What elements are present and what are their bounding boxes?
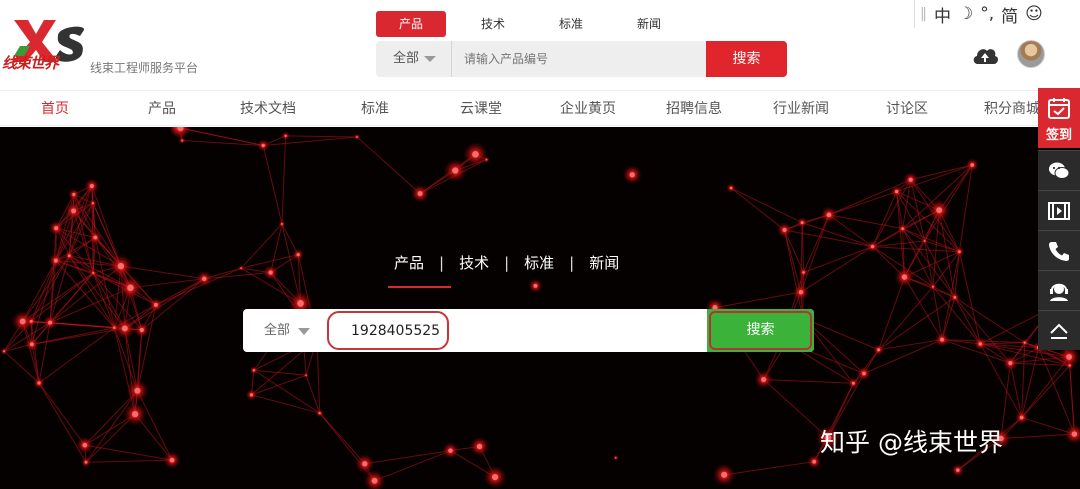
nav-yellow-pages[interactable]: 企业黄页 xyxy=(560,91,616,127)
sign-in-button[interactable]: 签到 xyxy=(1038,88,1080,148)
header-tab-products[interactable]: 产品 xyxy=(376,11,446,37)
support-agent-icon xyxy=(1050,283,1068,301)
ime-charset-toggle[interactable]: 简 xyxy=(1001,2,1018,27)
hero-search-tabs: 产品 | 技术 | 标准 | 新闻 xyxy=(394,252,619,276)
nav-cloud-class[interactable]: 云课堂 xyxy=(460,91,502,127)
hero-tab-products[interactable]: 产品 xyxy=(394,252,424,273)
nav-points-mall[interactable]: 积分商城 xyxy=(984,91,1040,127)
caret-down-icon xyxy=(298,328,310,335)
hero-tab-standards[interactable]: 标准 xyxy=(524,252,554,273)
tab-separator: | xyxy=(504,254,510,272)
header-tab-news[interactable]: 新闻 xyxy=(610,11,688,37)
header-search-button[interactable]: 搜索 xyxy=(706,41,787,77)
hero-tab-tech[interactable]: 技术 xyxy=(459,252,489,273)
emoji-icon[interactable]: ☺ xyxy=(1025,4,1043,24)
video-icon xyxy=(1048,202,1070,220)
zhihu-watermark: 知乎 @线束世界 xyxy=(820,428,1003,457)
wechat-button[interactable] xyxy=(1038,150,1080,190)
ime-grip-icon: ‖ xyxy=(920,6,927,22)
header-search-input[interactable] xyxy=(464,41,704,77)
hero-banner: 产品 | 技术 | 标准 | 新闻 全部 1928405525 搜索 知乎 @线束世界 xyxy=(0,127,1080,489)
nav-jobs[interactable]: 招聘信息 xyxy=(666,91,722,127)
hero-search-input[interactable]: 1928405525 xyxy=(327,311,449,350)
header-category-select[interactable]: 全部 xyxy=(376,41,452,77)
header-tab-tech[interactable]: 技术 xyxy=(454,11,532,37)
caret-down-icon xyxy=(424,56,436,62)
hero-category-value: 全部 xyxy=(264,323,291,338)
sign-in-label: 签到 xyxy=(1045,128,1072,143)
nav-standards[interactable]: 标准 xyxy=(361,91,389,127)
site-header: 线束世界 线束工程师服务平台 产品 技术 标准 新闻 全部 搜索 ‖ 中 ☽ °… xyxy=(0,0,1080,90)
tab-separator: | xyxy=(439,254,445,272)
nav-home[interactable]: 首页 xyxy=(41,91,69,127)
header-tab-standards[interactable]: 标准 xyxy=(532,11,610,37)
ime-punct-toggle[interactable]: °, xyxy=(980,4,994,24)
nav-products[interactable]: 产品 xyxy=(148,91,176,127)
calendar-check-icon xyxy=(1048,98,1070,119)
nav-industry-news[interactable]: 行业新闻 xyxy=(773,91,829,127)
active-tab-underline xyxy=(388,286,451,288)
cloud-upload-icon[interactable] xyxy=(971,44,999,66)
ime-lang-toggle[interactable]: 中 xyxy=(934,2,951,27)
customer-service-button[interactable] xyxy=(1038,270,1080,310)
page-root: 线束世界 线束工程师服务平台 产品 技术 标准 新闻 全部 搜索 ‖ 中 ☽ °… xyxy=(0,0,1080,489)
header-search-tabs: 产品 技术 标准 新闻 xyxy=(376,11,688,37)
floating-sidebar: 签到 xyxy=(1038,88,1080,350)
hero-search-button[interactable]: 搜索 xyxy=(707,309,814,352)
nav-forum[interactable]: 讨论区 xyxy=(886,91,928,127)
moon-icon[interactable]: ☽ xyxy=(958,4,973,24)
back-to-top-icon xyxy=(1050,323,1068,339)
ime-toolbar: ‖ 中 ☽ °, 简 ☺ xyxy=(914,0,1080,28)
nav-tech-docs[interactable]: 技术文档 xyxy=(240,91,296,127)
user-avatar[interactable] xyxy=(1017,40,1045,68)
logo-wordmark: 线束世界 xyxy=(2,54,59,72)
wechat-icon xyxy=(1049,162,1070,179)
hero-tab-news[interactable]: 新闻 xyxy=(589,252,619,273)
hero-search-value: 1928405525 xyxy=(351,323,441,339)
header-search-bar: 全部 搜索 xyxy=(376,41,787,77)
tab-separator: | xyxy=(569,254,575,272)
hero-category-select[interactable]: 全部 xyxy=(243,309,323,352)
hero-search-bar: 全部 1928405525 搜索 xyxy=(243,309,814,352)
phone-icon xyxy=(1049,242,1069,261)
logo-tagline: 线束工程师服务平台 xyxy=(90,61,199,75)
back-to-top-button[interactable] xyxy=(1038,310,1080,350)
hero-search-button-label: 搜索 xyxy=(709,311,812,350)
phone-button[interactable] xyxy=(1038,230,1080,270)
header-category-value: 全部 xyxy=(393,51,420,66)
video-button[interactable] xyxy=(1038,190,1080,230)
main-nav: 首页 产品 技术文档 标准 云课堂 企业黄页 招聘信息 行业新闻 讨论区 积分商… xyxy=(0,90,1080,126)
